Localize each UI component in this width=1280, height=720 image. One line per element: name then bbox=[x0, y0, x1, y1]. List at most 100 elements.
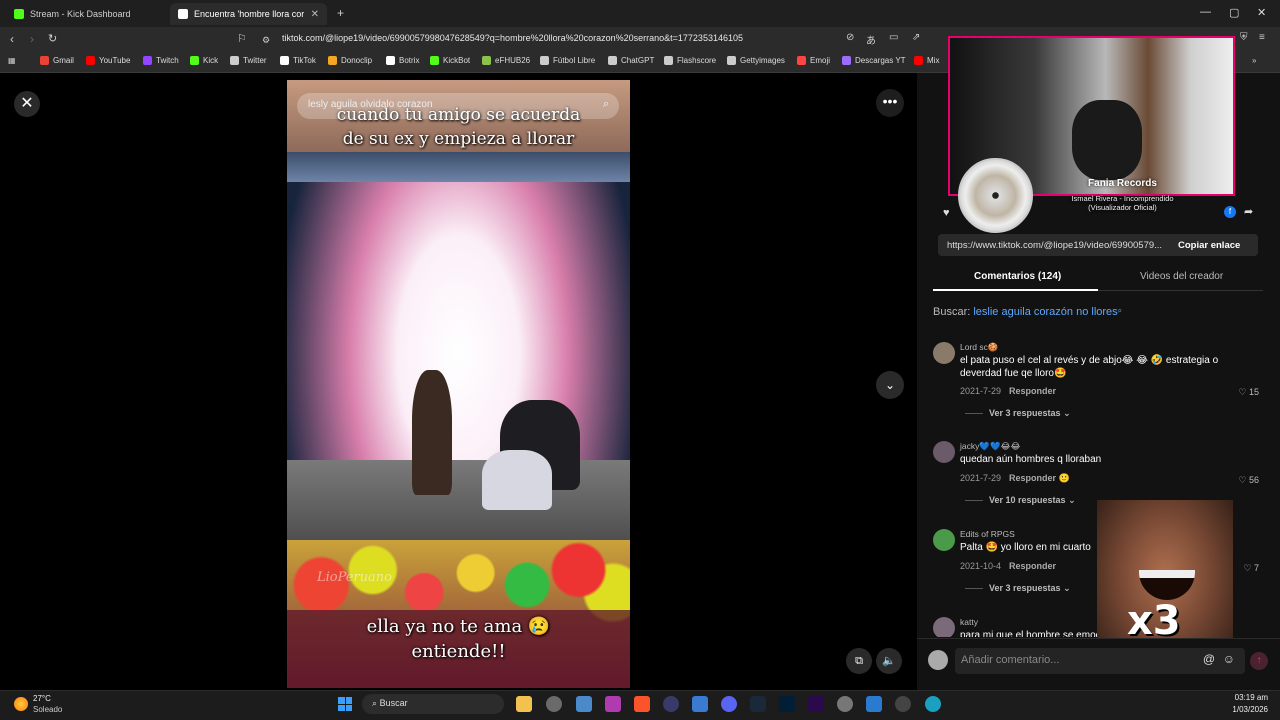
settings-icon[interactable] bbox=[837, 696, 853, 712]
comment-likes[interactable]: ♡ 15 bbox=[1238, 387, 1259, 398]
start-button[interactable] bbox=[338, 697, 352, 711]
reader-icon[interactable]: ⊘ bbox=[846, 32, 854, 43]
photoshop-icon[interactable] bbox=[779, 696, 795, 712]
steam-icon[interactable] bbox=[750, 696, 766, 712]
url-field[interactable]: tiktok.com/@liope19/video/69900579980476… bbox=[282, 33, 743, 43]
bookmark-youtube[interactable]: YouTube bbox=[86, 56, 130, 65]
volume-button[interactable]: 🔈 bbox=[876, 648, 902, 674]
search-icon[interactable]: ⌕ bbox=[603, 98, 609, 111]
new-tab-button[interactable]: + bbox=[337, 6, 344, 20]
heart-icon[interactable]: ♥ bbox=[943, 207, 950, 219]
menu-icon[interactable]: ≡ bbox=[1259, 32, 1265, 43]
obs-icon[interactable] bbox=[546, 696, 562, 712]
minimize-icon[interactable]: — bbox=[1200, 6, 1211, 18]
bookmark-descargas-yt[interactable]: Descargas YT bbox=[842, 56, 906, 65]
comment-user[interactable]: Lord sc🍪 bbox=[960, 342, 998, 353]
send-comment-button[interactable]: ↑ bbox=[1250, 652, 1268, 670]
media-icon[interactable] bbox=[663, 696, 679, 712]
avatar[interactable] bbox=[933, 441, 955, 463]
bookmark-efhub[interactable]: eFHUB26 bbox=[482, 56, 530, 65]
tab-label: Encuentra 'hombre llora cora… bbox=[194, 9, 304, 19]
bookmark-kickbot[interactable]: KickBot bbox=[430, 56, 470, 65]
share-icon[interactable]: ⇗ bbox=[912, 32, 920, 43]
video-search-input[interactable]: lesly aguila olvidalo corazon ⌕ bbox=[297, 93, 619, 119]
reply-button[interactable]: Responder bbox=[1009, 386, 1056, 396]
maximize-icon[interactable]: ▢ bbox=[1229, 6, 1239, 19]
next-video-button[interactable]: ⌄ bbox=[876, 371, 904, 399]
tab-kick-dashboard[interactable]: Stream - Kick Dashboard bbox=[6, 3, 166, 25]
brave-icon[interactable] bbox=[634, 696, 650, 712]
reply-button[interactable]: Responder bbox=[1009, 561, 1056, 571]
app-icon[interactable] bbox=[576, 696, 592, 712]
copy-link-button[interactable]: Copiar enlace bbox=[1178, 240, 1240, 251]
view-replies-button[interactable]: Ver 10 respuestas ⌄ bbox=[965, 495, 1076, 506]
tab-creator-videos[interactable]: Videos del creador bbox=[1140, 271, 1223, 282]
avatar[interactable] bbox=[933, 617, 955, 637]
tab-tiktok[interactable]: Encuentra 'hombre llora cora… ✕ bbox=[170, 3, 327, 25]
weather-sun-icon[interactable] bbox=[14, 697, 28, 711]
calculator-icon[interactable] bbox=[692, 696, 708, 712]
weather-temperature[interactable]: 27°C bbox=[33, 694, 51, 703]
tab-comments[interactable]: Comentarios (124) bbox=[974, 271, 1061, 282]
premiere-icon[interactable] bbox=[808, 696, 824, 712]
close-tab-icon[interactable]: ✕ bbox=[311, 9, 319, 20]
related-search[interactable]: Buscar: leslie aguila corazón no llores⌕ bbox=[933, 306, 1122, 318]
close-window-icon[interactable]: ✕ bbox=[1257, 6, 1266, 19]
bookmark-mix[interactable]: Mix bbox=[914, 56, 939, 65]
notepad-icon[interactable] bbox=[866, 696, 882, 712]
avatar[interactable] bbox=[933, 529, 955, 551]
file-explorer-icon[interactable] bbox=[516, 696, 532, 712]
more-bookmarks-icon[interactable]: » bbox=[1252, 56, 1256, 65]
comment-likes[interactable]: ♡ 7 bbox=[1243, 563, 1259, 574]
bookmark-flashscore[interactable]: Flashscore bbox=[664, 56, 716, 65]
bookmark-donoclip[interactable]: Donoclip bbox=[328, 56, 372, 65]
reload-icon[interactable]: ↻ bbox=[48, 32, 57, 45]
bookmark-futbol-libre[interactable]: Fútbol Libre bbox=[540, 56, 595, 65]
comment-user[interactable]: Edits of RPGS bbox=[960, 529, 1015, 539]
video-player[interactable]: LioPeruano cuando tu amigo se acuerda de… bbox=[287, 80, 630, 688]
video-watermark: LioPeruano bbox=[317, 570, 393, 585]
forward-icon[interactable]: › bbox=[30, 32, 34, 46]
comment-input[interactable]: Añadir comentario... @ ☺ bbox=[955, 648, 1245, 674]
player-icon[interactable] bbox=[895, 696, 911, 712]
bookmark-tiktok[interactable]: TikTok bbox=[280, 56, 316, 65]
bookmark-botrix[interactable]: Botrix bbox=[386, 56, 419, 65]
bookmark-gmail[interactable]: Gmail bbox=[40, 56, 74, 65]
emoji-picker-icon[interactable]: ☺ bbox=[1223, 652, 1235, 666]
bookmark-twitter[interactable]: Twitter bbox=[230, 56, 267, 65]
more-options-button[interactable]: ••• bbox=[876, 89, 904, 117]
bookmark-emoji[interactable]: Emoji bbox=[797, 56, 830, 65]
avatar[interactable] bbox=[933, 342, 955, 364]
apps-icon[interactable]: ▦ bbox=[8, 56, 16, 65]
view-replies-button[interactable]: Ver 3 respuestas ⌄ bbox=[965, 408, 1071, 419]
bookmark-kick[interactable]: Kick bbox=[190, 56, 218, 65]
close-player-button[interactable]: ✕ bbox=[14, 91, 40, 117]
clock-date[interactable]: 1/03/2026 bbox=[1220, 705, 1268, 714]
comment-user[interactable]: jacky💙💙😂😂 bbox=[960, 441, 1020, 452]
bookmark-gettyimages[interactable]: Gettyimages bbox=[727, 56, 785, 65]
share-url[interactable]: https://www.tiktok.com/@liope19/video/69… bbox=[947, 240, 1172, 251]
view-replies-button[interactable]: Ver 3 respuestas ⌄ bbox=[965, 583, 1071, 594]
weather-description[interactable]: Soleado bbox=[33, 705, 62, 714]
related-search-query[interactable]: leslie aguila corazón no llores bbox=[973, 306, 1117, 318]
discord-icon[interactable] bbox=[721, 696, 737, 712]
shield-icon[interactable]: ⛨ bbox=[1240, 32, 1248, 43]
taskbar-search[interactable]: ⌕ Buscar bbox=[362, 694, 504, 714]
translate-icon[interactable]: あ bbox=[866, 32, 876, 47]
bookmark-icon[interactable]: ⚐ bbox=[237, 32, 247, 45]
bookmark-chatgpt[interactable]: ChatGPT bbox=[608, 56, 654, 65]
reply-button[interactable]: Responder bbox=[1009, 473, 1056, 483]
comment-likes[interactable]: ♡ 56 bbox=[1238, 475, 1259, 486]
share-arrow-icon[interactable]: ➦ bbox=[1244, 205, 1253, 218]
site-settings-icon[interactable]: ⚙ bbox=[262, 35, 270, 46]
app-icon[interactable] bbox=[605, 696, 621, 712]
pip-button[interactable]: ⧉ bbox=[846, 648, 872, 674]
facebook-icon[interactable]: f bbox=[1224, 206, 1236, 218]
edge-icon[interactable] bbox=[925, 696, 941, 712]
cast-icon[interactable]: ▭ bbox=[889, 32, 898, 43]
clock-time[interactable]: 03:19 am bbox=[1234, 693, 1268, 702]
comment-user[interactable]: katty bbox=[960, 617, 978, 627]
mention-icon[interactable]: @ bbox=[1203, 652, 1215, 666]
back-icon[interactable]: ‹ bbox=[10, 32, 14, 46]
bookmark-twitch[interactable]: Twitch bbox=[143, 56, 179, 65]
